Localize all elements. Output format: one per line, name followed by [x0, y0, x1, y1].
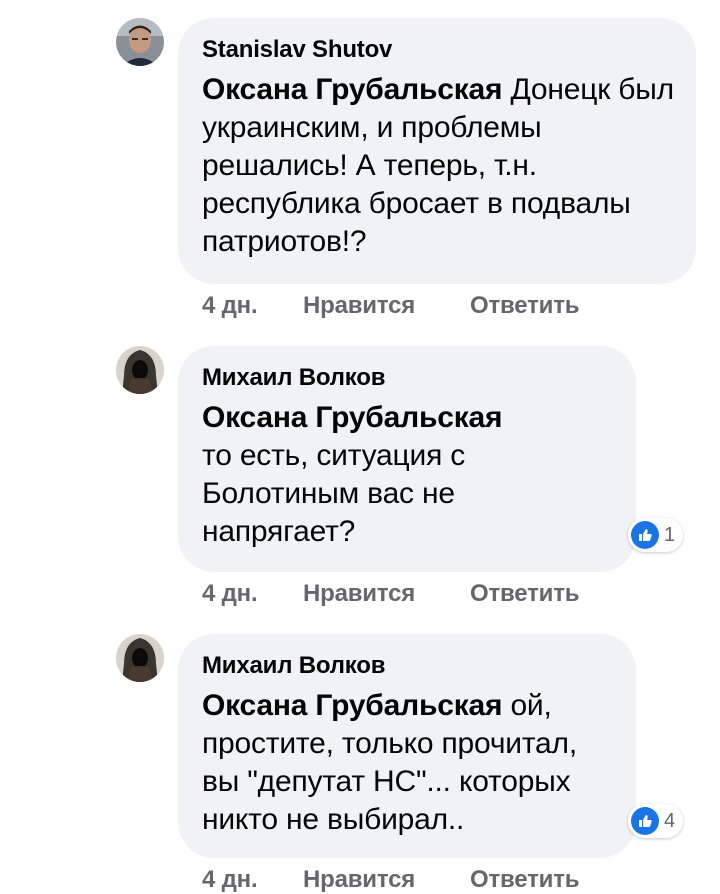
mention-link[interactable]: Оксана Грубальская: [202, 401, 503, 434]
comment-bubble: Михаил Волков Оксана Грубальская ой, про…: [178, 634, 636, 858]
like-icon: [631, 807, 659, 835]
reaction-count: 4: [664, 809, 676, 832]
comment-author[interactable]: Михаил Волков: [202, 364, 616, 392]
reply-button[interactable]: Ответить: [470, 292, 580, 320]
like-button[interactable]: Нравится: [303, 580, 415, 608]
comment-timestamp[interactable]: 4 дн.: [202, 580, 258, 608]
reaction-badge[interactable]: 1: [628, 518, 684, 552]
comment-body: то есть, ситуация с Болотиным вас не нап…: [202, 439, 466, 548]
reply-button[interactable]: Ответить: [470, 866, 580, 894]
comment-author[interactable]: Михаил Волков: [202, 652, 616, 680]
comment-bubble: Михаил Волков Оксана Грубальская то есть…: [178, 346, 636, 572]
hooded-figure-avatar: [116, 346, 164, 394]
comment-timestamp[interactable]: 4 дн.: [202, 292, 258, 320]
reply-button[interactable]: Ответить: [470, 580, 580, 608]
mention-link[interactable]: Оксана Грубальская: [202, 689, 503, 722]
comment-timestamp[interactable]: 4 дн.: [202, 866, 258, 894]
avatar[interactable]: [116, 346, 164, 394]
comment-text: Оксана Грубальская то есть, ситуация с Б…: [202, 399, 532, 551]
user-photo-avatar: [116, 18, 164, 66]
like-button[interactable]: Нравится: [303, 866, 415, 894]
like-button[interactable]: Нравится: [303, 292, 415, 320]
reaction-badge[interactable]: 4: [628, 804, 684, 838]
comment-author[interactable]: Stanislav Shutov: [202, 36, 676, 64]
mention-link[interactable]: Оксана Грубальская: [202, 73, 503, 106]
hooded-figure-avatar: [116, 634, 164, 682]
avatar[interactable]: [116, 18, 164, 66]
reaction-count: 1: [664, 523, 676, 546]
like-icon: [631, 521, 659, 549]
avatar[interactable]: [116, 634, 164, 682]
comment-bubble: Stanislav Shutov Оксана Грубальская Доне…: [178, 18, 696, 284]
comment-text: Оксана Грубальская Донецк был украинским…: [202, 71, 676, 261]
comment-text: Оксана Грубальская ой, простите, только …: [202, 687, 622, 839]
